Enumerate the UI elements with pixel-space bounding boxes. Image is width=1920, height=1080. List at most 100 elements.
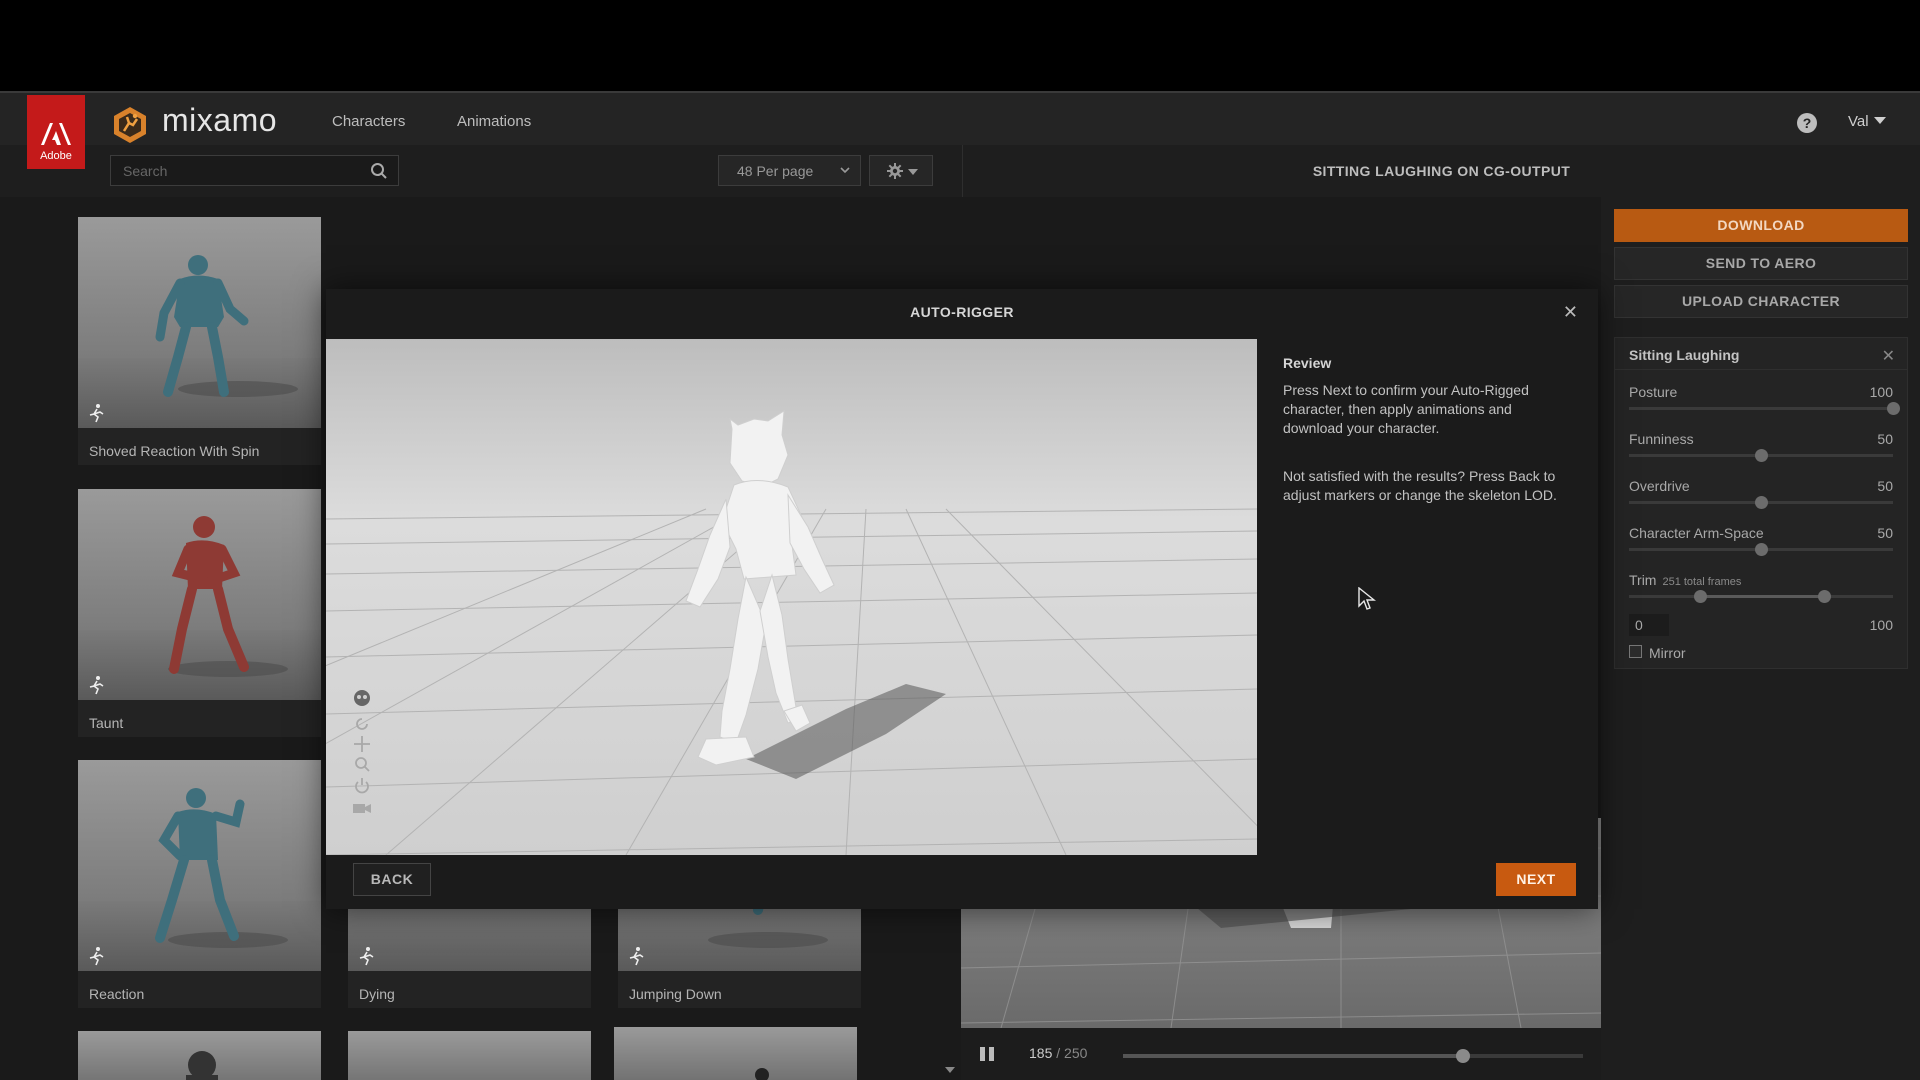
- close-icon[interactable]: ✕: [1882, 346, 1895, 366]
- right-panel: DOWNLOAD SEND TO AERO UPLOAD CHARACTER S…: [1601, 197, 1920, 1080]
- toolbar: 48 Per page SITTING LAUGHING ON CG-OUTPU…: [0, 145, 1920, 197]
- slider-value: 50: [1877, 431, 1893, 447]
- figure-teal: [155, 788, 288, 948]
- figure-dark: [186, 1051, 218, 1080]
- mixamo-logo-icon[interactable]: [110, 105, 150, 145]
- nav-characters[interactable]: Characters: [332, 113, 405, 130]
- nav-animations[interactable]: Animations: [457, 113, 531, 130]
- animation-type-icon: [89, 404, 104, 423]
- help-icon[interactable]: ?: [1797, 113, 1817, 133]
- auto-rigger-dialog: AUTO-RIGGER ✕ Review Press Next to confi…: [326, 289, 1598, 909]
- scroll-down-icon[interactable]: [945, 1067, 955, 1073]
- timeline-progress: [1123, 1054, 1464, 1058]
- review-panel: Review Press Next to confirm your Auto-R…: [1257, 339, 1598, 855]
- slider-value: 50: [1877, 478, 1893, 494]
- animation-type-icon: [629, 947, 644, 966]
- review-instructions: Press Next to confirm your Auto-Rigged c…: [1283, 382, 1529, 436]
- overdrive-slider[interactable]: Overdrive 50: [1629, 478, 1893, 518]
- trim-slider[interactable]: Trim 251 total frames: [1629, 572, 1893, 612]
- trim-inputs: 0 100: [1629, 614, 1893, 636]
- next-button[interactable]: NEXT: [1496, 863, 1576, 896]
- slider-handle[interactable]: [1755, 496, 1768, 509]
- move-icon[interactable]: [352, 735, 372, 753]
- search-icon[interactable]: [370, 162, 388, 180]
- send-to-aero-button[interactable]: SEND TO AERO: [1614, 247, 1908, 280]
- trim-label: Trim: [1629, 572, 1657, 588]
- arm-space-slider[interactable]: Character Arm-Space 50: [1629, 525, 1893, 565]
- animation-card[interactable]: Shoved Reaction With Spin: [78, 217, 321, 465]
- search-box[interactable]: [110, 155, 399, 186]
- upload-character-button[interactable]: UPLOAD CHARACTER: [1614, 285, 1908, 318]
- chevron-down-icon: [1873, 117, 1886, 124]
- animation-card[interactable]: [78, 1031, 321, 1080]
- slider-label: Funniness: [1629, 431, 1694, 447]
- rig-preview-scene: [326, 339, 1257, 855]
- slider-track[interactable]: [1629, 407, 1893, 410]
- reset-icon[interactable]: [352, 777, 372, 795]
- timeline-handle[interactable]: [1456, 1049, 1471, 1063]
- figure-red: [168, 516, 288, 677]
- rig-preview-viewport[interactable]: [326, 339, 1257, 855]
- playback-bar: 185 / 250: [961, 1028, 1601, 1080]
- animation-type-icon: [359, 947, 374, 966]
- trim-total-frames: 251 total frames: [1662, 576, 1742, 588]
- animation-card[interactable]: Reaction: [78, 760, 321, 1008]
- slider-value: 50: [1877, 525, 1893, 541]
- current-frame: 185: [1029, 1045, 1053, 1061]
- settings-dropdown[interactable]: [869, 155, 933, 186]
- animation-type-icon: [89, 947, 104, 966]
- mixamo-wordmark[interactable]: mixamo: [162, 102, 277, 139]
- slider-handle[interactable]: [1755, 449, 1768, 462]
- skeleton-icon[interactable]: [352, 689, 372, 707]
- animation-title: SITTING LAUGHING ON CG-OUTPUT: [962, 145, 1920, 197]
- back-button[interactable]: BACK: [353, 863, 431, 896]
- user-menu[interactable]: Val: [1848, 113, 1886, 130]
- animation-thumbnail: [78, 760, 321, 971]
- zoom-icon[interactable]: [352, 755, 372, 773]
- animation-thumbnail: [614, 1027, 857, 1080]
- adobe-text: Adobe: [40, 150, 72, 162]
- timeline-track[interactable]: [1123, 1049, 1583, 1063]
- settings-header: Sitting Laughing ✕: [1615, 338, 1907, 370]
- download-button[interactable]: DOWNLOAD: [1614, 209, 1908, 242]
- chevron-down-icon: [908, 169, 918, 175]
- animation-card[interactable]: [348, 1031, 591, 1080]
- search-input[interactable]: [123, 161, 353, 181]
- review-title: Review: [1283, 355, 1332, 371]
- adobe-logo[interactable]: Adobe: [27, 95, 85, 169]
- mirror-label: Mirror: [1649, 645, 1686, 661]
- animation-card[interactable]: [614, 1027, 857, 1080]
- trim-start-handle[interactable]: [1694, 590, 1708, 603]
- slider-label: Character Arm-Space: [1629, 525, 1764, 541]
- animation-card-label: Dying: [359, 986, 395, 1002]
- slider-label: Posture: [1629, 384, 1678, 400]
- dialog-title: AUTO-RIGGER: [910, 304, 1014, 320]
- close-icon[interactable]: ✕: [1563, 302, 1578, 323]
- slider-handle[interactable]: [1887, 402, 1900, 415]
- letterbox-top: [0, 0, 1920, 91]
- frame-counter: 185 / 250: [1029, 1045, 1088, 1061]
- top-navbar: Adobe mixamo Characters Animations ? Val: [0, 91, 1920, 169]
- mirror-checkbox[interactable]: [1629, 645, 1642, 658]
- settings-title: Sitting Laughing: [1629, 347, 1740, 363]
- animation-card[interactable]: Taunt: [78, 489, 321, 737]
- gear-icon: [887, 163, 903, 179]
- per-page-value: 48 Per page: [737, 163, 814, 179]
- slider-handle[interactable]: [1755, 543, 1768, 556]
- trim-start-value: 0: [1635, 617, 1643, 633]
- funniness-slider[interactable]: Funniness 50: [1629, 431, 1893, 471]
- animation-card-label: Taunt: [89, 715, 124, 731]
- mouse-cursor-icon: [1358, 587, 1376, 610]
- trim-end-value[interactable]: 100: [1870, 617, 1893, 633]
- figure-dark: [755, 1068, 769, 1080]
- per-page-select[interactable]: 48 Per page: [718, 155, 861, 186]
- trim-end-handle[interactable]: [1818, 590, 1832, 603]
- animation-thumbnail: [78, 217, 321, 428]
- posture-slider[interactable]: Posture 100: [1629, 384, 1900, 424]
- dialog-footer: BACK NEXT: [326, 855, 1598, 909]
- slider-label: Trim 251 total frames: [1629, 572, 1741, 588]
- camera-icon[interactable]: [352, 799, 372, 817]
- rotate-icon[interactable]: [352, 715, 372, 733]
- pause-icon[interactable]: [979, 1047, 995, 1061]
- animation-card-label: Reaction: [89, 986, 145, 1002]
